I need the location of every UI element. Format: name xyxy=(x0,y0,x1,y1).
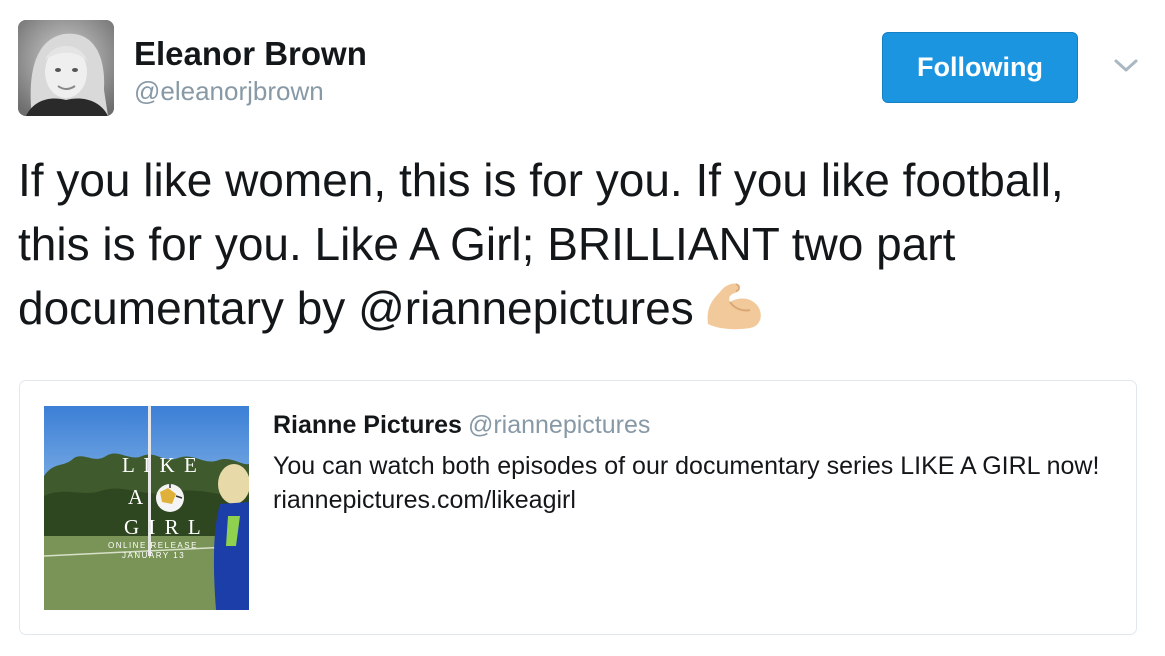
quoted-tweet-card[interactable]: L I K E A G I R L ONLINE RELEASE JANUARY… xyxy=(19,380,1137,635)
quoted-tweet-author[interactable]: Rianne Pictures @riannepictures xyxy=(273,409,650,441)
avatar[interactable] xyxy=(18,20,114,116)
quoted-tweet-thumbnail[interactable]: L I K E A G I R L ONLINE RELEASE JANUARY… xyxy=(44,406,249,610)
author-handle[interactable]: @eleanorjbrown xyxy=(134,74,367,108)
quoted-tweet-text: You can watch both episodes of our docum… xyxy=(273,452,1100,514)
tweet: Eleanor Brown @eleanorjbrown Following I… xyxy=(0,0,1165,656)
chevron-down-icon[interactable] xyxy=(1113,56,1139,76)
tweet-text: If you like women, this is for you. If y… xyxy=(18,148,1138,340)
avatar-image xyxy=(18,20,114,116)
author-block[interactable]: Eleanor Brown @eleanorjbrown xyxy=(134,34,367,108)
author-name[interactable]: Eleanor Brown xyxy=(134,34,367,74)
quoted-author-handle[interactable]: @riannepictures xyxy=(468,411,650,439)
thumbnail-title-line3: G I R L xyxy=(124,515,203,539)
following-button[interactable]: Following xyxy=(882,32,1078,103)
thumbnail-title-line2: A xyxy=(128,485,144,509)
mention-link[interactable]: @riannepictures xyxy=(358,282,694,334)
thumbnail-release-line1: ONLINE RELEASE xyxy=(108,541,198,550)
quoted-author-name[interactable]: Rianne Pictures xyxy=(273,411,462,439)
flexed-biceps-icon xyxy=(702,278,766,332)
thumbnail-release-line2: JANUARY 13 xyxy=(122,551,185,560)
thumbnail-title-line1: L I K E xyxy=(122,453,199,477)
